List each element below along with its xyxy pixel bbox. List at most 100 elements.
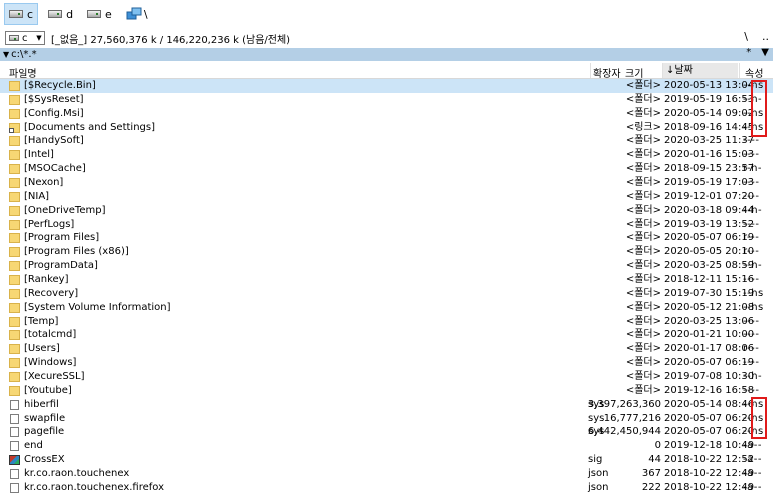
file-size: 222 — [641, 481, 661, 493]
file-icon — [10, 427, 19, 438]
drive-button-c[interactable]: c — [4, 3, 39, 25]
file-size: <폴더> — [625, 357, 661, 369]
file-attr: -a-- — [743, 454, 762, 466]
file-row[interactable]: pagefile sys 6,442,450,944 2020-05-07 06:20… — [0, 425, 773, 439]
file-name: [Nexon] — [24, 177, 64, 189]
file-size: 367 — [641, 468, 661, 480]
app-icon — [9, 455, 20, 466]
file-row[interactable]: [MSOCache] <폴더> 2018-09-15 23:57 r-h- — [0, 162, 773, 176]
file-row[interactable]: swapfile sys 16,777,216 2020-05-07 06:20 --h… — [0, 412, 773, 426]
file-row[interactable]: [System Volume Information] <폴더> 2020-05-1… — [0, 301, 773, 315]
folder-icon — [9, 108, 20, 119]
file-row[interactable]: CrossEX sig 44 2018-10-22 12:52 -a-- — [0, 453, 773, 467]
file-attr: r--- — [743, 343, 760, 355]
file-row[interactable]: [XecureSSL] <폴더> 2019-07-08 10:30 --h- — [0, 370, 773, 384]
file-attr: --hs — [743, 287, 764, 299]
file-row[interactable]: [Rankey] <폴더> 2018-12-11 15:16 ---- — [0, 273, 773, 287]
file-row[interactable]: kr.co.raon.touchenex.firefox json 222 2018-… — [0, 481, 773, 495]
file-name: [Config.Msi] — [24, 107, 84, 119]
file-date: 2020-01-21 10:00 — [664, 329, 755, 341]
file-attr: --hs — [743, 301, 764, 313]
drive-button-e[interactable]: e — [83, 4, 116, 24]
file-row[interactable]: [HandySoft] <폴더> 2020-03-25 11:37 ---- — [0, 134, 773, 148]
network-button[interactable]: \ — [122, 4, 152, 24]
drive-select[interactable]: c ▼ — [5, 31, 45, 45]
file-row[interactable]: [Nexon] <폴더> 2019-05-19 17:03 ---- — [0, 176, 773, 190]
filter-button[interactable]: * — [746, 47, 751, 58]
file-date: 2020-03-25 08:59 — [664, 260, 755, 272]
drive-icon — [9, 10, 23, 18]
file-row[interactable]: [NIA] <폴더> 2019-12-01 07:20 ---- — [0, 190, 773, 204]
file-list[interactable]: [$Recycle.Bin] <폴더> 2020-05-13 13:04 --hs [$… — [0, 79, 773, 495]
root-button[interactable]: \ — [744, 30, 748, 43]
file-row[interactable]: [ProgramData] <폴더> 2020-03-25 08:59 --h- — [0, 259, 773, 273]
file-row[interactable]: [Documents and Settings] <링크> 2018-09-16 1… — [0, 121, 773, 135]
file-name: [Intel] — [24, 149, 54, 161]
file-row[interactable]: [Program Files] <폴더> 2020-05-07 06:19 r--- — [0, 231, 773, 245]
file-size: <폴더> — [625, 80, 661, 91]
file-row[interactable]: [Temp] <폴더> 2020-03-25 13:06 ---- — [0, 315, 773, 329]
file-row[interactable]: kr.co.raon.touchenex json 367 2018-10-22 12… — [0, 467, 773, 481]
folder-icon — [9, 219, 20, 230]
drive-button-d[interactable]: d — [44, 4, 77, 24]
folder-icon — [9, 330, 20, 341]
history-dropdown-icon[interactable]: ▼ — [3, 50, 9, 59]
file-name: [ProgramData] — [24, 260, 98, 272]
file-attr: -a-- — [743, 440, 762, 452]
file-date: 2019-03-19 13:52 — [664, 218, 755, 230]
file-row[interactable]: [Program Files (x86)] <폴더> 2020-05-05 20:1… — [0, 245, 773, 259]
file-name: CrossEX — [24, 454, 65, 466]
file-row[interactable]: end 0 2019-12-18 10:49 -a-- — [0, 439, 773, 453]
file-row[interactable]: [Windows] <폴더> 2020-05-07 06:19 ---- — [0, 356, 773, 370]
file-date: 2018-10-22 12:49 — [664, 481, 755, 493]
file-size: <폴더> — [625, 107, 661, 119]
column-size[interactable]: 크기 — [625, 65, 643, 80]
file-name: [NIA] — [24, 190, 50, 202]
file-attr: -a-- — [743, 468, 762, 480]
file-name: [Rankey] — [24, 274, 69, 286]
file-row[interactable]: [totalcmd] <폴더> 2020-01-21 10:00 ---- — [0, 328, 773, 342]
file-size: <폴더> — [625, 301, 661, 313]
file-row[interactable]: hiberfil sys 3,397,263,360 2020-05-14 08:46… — [0, 398, 773, 412]
file-size: <폴더> — [625, 246, 661, 258]
file-size: <폴더> — [625, 315, 661, 327]
column-date[interactable]: ↓날짜 — [663, 63, 738, 78]
file-name: [MSOCache] — [24, 163, 86, 175]
file-size: <폴더> — [625, 232, 661, 244]
file-name: [PerfLogs] — [24, 218, 75, 230]
file-row[interactable]: [Youtube] <폴더> 2019-12-16 16:58 ---- — [0, 384, 773, 398]
file-size: 3,397,263,360 — [587, 398, 661, 410]
file-ext: json — [588, 468, 609, 480]
folder-icon — [9, 275, 20, 286]
file-size: 0 — [654, 440, 661, 452]
file-name: [$SysReset] — [24, 93, 84, 105]
folder-icon — [9, 191, 20, 202]
file-row[interactable]: [$SysReset] <폴더> 2019-05-19 16:53 --h- — [0, 93, 773, 107]
file-row[interactable]: [OneDriveTemp] <폴더> 2020-03-18 09:44 --h- — [0, 204, 773, 218]
file-size: <폴더> — [625, 190, 661, 202]
file-size: <폴더> — [625, 218, 661, 230]
file-row[interactable]: [Users] <폴더> 2020-01-17 08:06 r--- — [0, 342, 773, 356]
history-button[interactable]: ▼ — [761, 47, 769, 58]
column-ext[interactable]: 확장자 — [593, 65, 621, 80]
file-ext: sig — [588, 454, 603, 466]
file-date: 2018-09-16 14:45 — [664, 121, 755, 133]
folder-icon — [9, 233, 20, 244]
folder-icon — [9, 247, 20, 258]
file-date: 2020-05-12 21:08 — [664, 301, 755, 313]
file-name: [XecureSSL] — [24, 371, 85, 383]
file-row[interactable]: [PerfLogs] <폴더> 2019-03-19 13:52 ---- — [0, 218, 773, 232]
file-row[interactable]: [Config.Msi] <폴더> 2020-05-14 09:02 --hs — [0, 107, 773, 121]
file-date: 2018-10-22 12:49 — [664, 468, 755, 480]
column-attr[interactable]: 속성 — [745, 65, 763, 80]
file-attr: ---- — [743, 357, 760, 369]
parent-dir-button[interactable]: .. — [762, 30, 769, 43]
highlight-box — [751, 80, 767, 137]
file-row[interactable]: [Intel] <폴더> 2020-01-16 15:03 ---- — [0, 148, 773, 162]
column-name[interactable]: 파일명 — [9, 65, 37, 80]
file-name: [totalcmd] — [24, 329, 77, 341]
file-row[interactable]: [Recovery] <폴더> 2019-07-30 15:19 --hs — [0, 287, 773, 301]
file-date: 2020-05-14 09:02 — [664, 107, 755, 119]
file-row[interactable]: [$Recycle.Bin] <폴더> 2020-05-13 13:04 --hs — [0, 79, 773, 93]
path-bar[interactable]: ▼ c:\*.* * ▼ — [0, 47, 773, 61]
